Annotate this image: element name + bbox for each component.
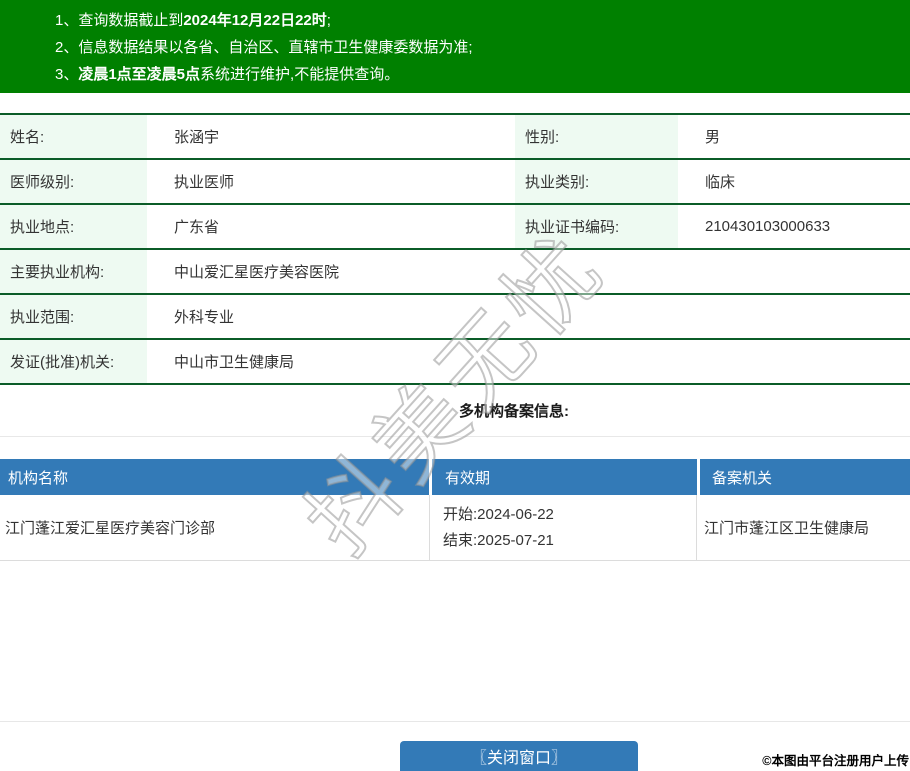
table-row-name-gender: 姓名: 张涵宇 性别: 男	[0, 113, 910, 159]
practice-category-label: 执业类别:	[515, 158, 678, 204]
notice-1-bold: 2024年12月22日22时	[183, 12, 327, 29]
gender-label: 性别:	[515, 113, 678, 159]
table-row: 江门蓬江爱汇星医疗美容门诊部 开始:2024-06-22 结束:2025-07-…	[0, 495, 910, 561]
practice-location-value: 广东省	[147, 203, 515, 249]
practice-category-value: 临床	[678, 158, 910, 204]
filing-authority-cell: 江门市蓬江区卫生健康局	[704, 520, 870, 537]
institution-name-header: 机构名称	[0, 459, 429, 495]
name-label: 姓名:	[0, 113, 147, 159]
close-window-button[interactable]: 〖关闭窗口〗	[400, 741, 638, 771]
multi-institution-section-heading: 多机构备案信息:	[0, 385, 910, 437]
practice-location-label: 执业地点:	[0, 203, 147, 249]
table-row-practice-scope: 执业范围: 外科专业	[0, 293, 910, 339]
query-result-page: 1、查询数据截止到2024年12月22日22时; 2、信息数据结果以各省、自治区…	[0, 0, 910, 771]
notice-line-3: 3、凌晨1点至凌晨5点系统进行维护,不能提供查询。	[55, 61, 900, 88]
practice-scope-value: 外科专业	[147, 293, 910, 339]
table-row-issuing-authority: 发证(批准)机关: 中山市卫生健康局	[0, 338, 910, 385]
table-row-main-institution: 主要执业机构: 中山爱汇星医疗美容医院	[0, 248, 910, 294]
notice-2-text: 2、信息数据结果以各省、自治区、直辖市卫生健康委数据为准;	[55, 39, 473, 56]
main-institution-value: 中山爱汇星医疗美容医院	[147, 248, 910, 294]
notice-3-text: 3、	[55, 66, 79, 83]
valid-period-header: 有效期	[432, 459, 697, 495]
filing-table: 机构名称 有效期 备案机关 江门蓬江爱汇星医疗美容门诊部 开始:2024-06-…	[0, 459, 910, 561]
institution-name-cell: 江门蓬江爱汇星医疗美容门诊部	[0, 495, 430, 560]
valid-start-date: 开始:2024-06-22	[443, 505, 554, 523]
notice-3-tail: 系统进行维护,不能提供查询。	[200, 66, 400, 83]
issuing-authority-value: 中山市卫生健康局	[147, 338, 910, 385]
doctor-level-label: 医师级别:	[0, 158, 147, 204]
notice-3-bold: 凌晨1点至凌晨5点	[78, 66, 201, 83]
table-row-location-certno: 执业地点: 广东省 执业证书编码: 210430103000633	[0, 203, 910, 249]
doctor-level-value: 执业医师	[147, 158, 515, 204]
notice-line-1: 1、查询数据截止到2024年12月22日22时;	[55, 7, 900, 34]
practice-scope-label: 执业范围:	[0, 293, 147, 339]
certificate-number-label: 执业证书编码:	[515, 203, 678, 249]
upload-attribution-note: ©本图由平台注册用户上传	[762, 754, 909, 768]
valid-end-date: 结束:2025-07-21	[443, 531, 554, 549]
issuing-authority-label: 发证(批准)机关:	[0, 338, 147, 385]
filing-table-header: 机构名称 有效期 备案机关	[0, 459, 910, 495]
certificate-number-value: 210430103000633	[678, 203, 910, 249]
filing-authority-header: 备案机关	[700, 459, 910, 495]
bottom-divider	[0, 721, 910, 722]
valid-period-cell: 开始:2024-06-22 结束:2025-07-21	[430, 495, 697, 560]
table-row-level-category: 医师级别: 执业医师 执业类别: 临床	[0, 158, 910, 204]
notice-banner: 1、查询数据截止到2024年12月22日22时; 2、信息数据结果以各省、自治区…	[0, 0, 910, 93]
main-institution-label: 主要执业机构:	[0, 248, 147, 294]
notice-line-2: 2、信息数据结果以各省、自治区、直辖市卫生健康委数据为准;	[55, 34, 900, 61]
gender-value: 男	[678, 113, 910, 159]
name-value: 张涵宇	[147, 113, 515, 159]
notice-1-tail: ;	[326, 12, 331, 29]
notice-1-text: 1、查询数据截止到	[55, 12, 184, 29]
practitioner-info-table: 姓名: 张涵宇 性别: 男 医师级别: 执业医师 执业类别: 临床 执业地点: …	[0, 113, 910, 385]
